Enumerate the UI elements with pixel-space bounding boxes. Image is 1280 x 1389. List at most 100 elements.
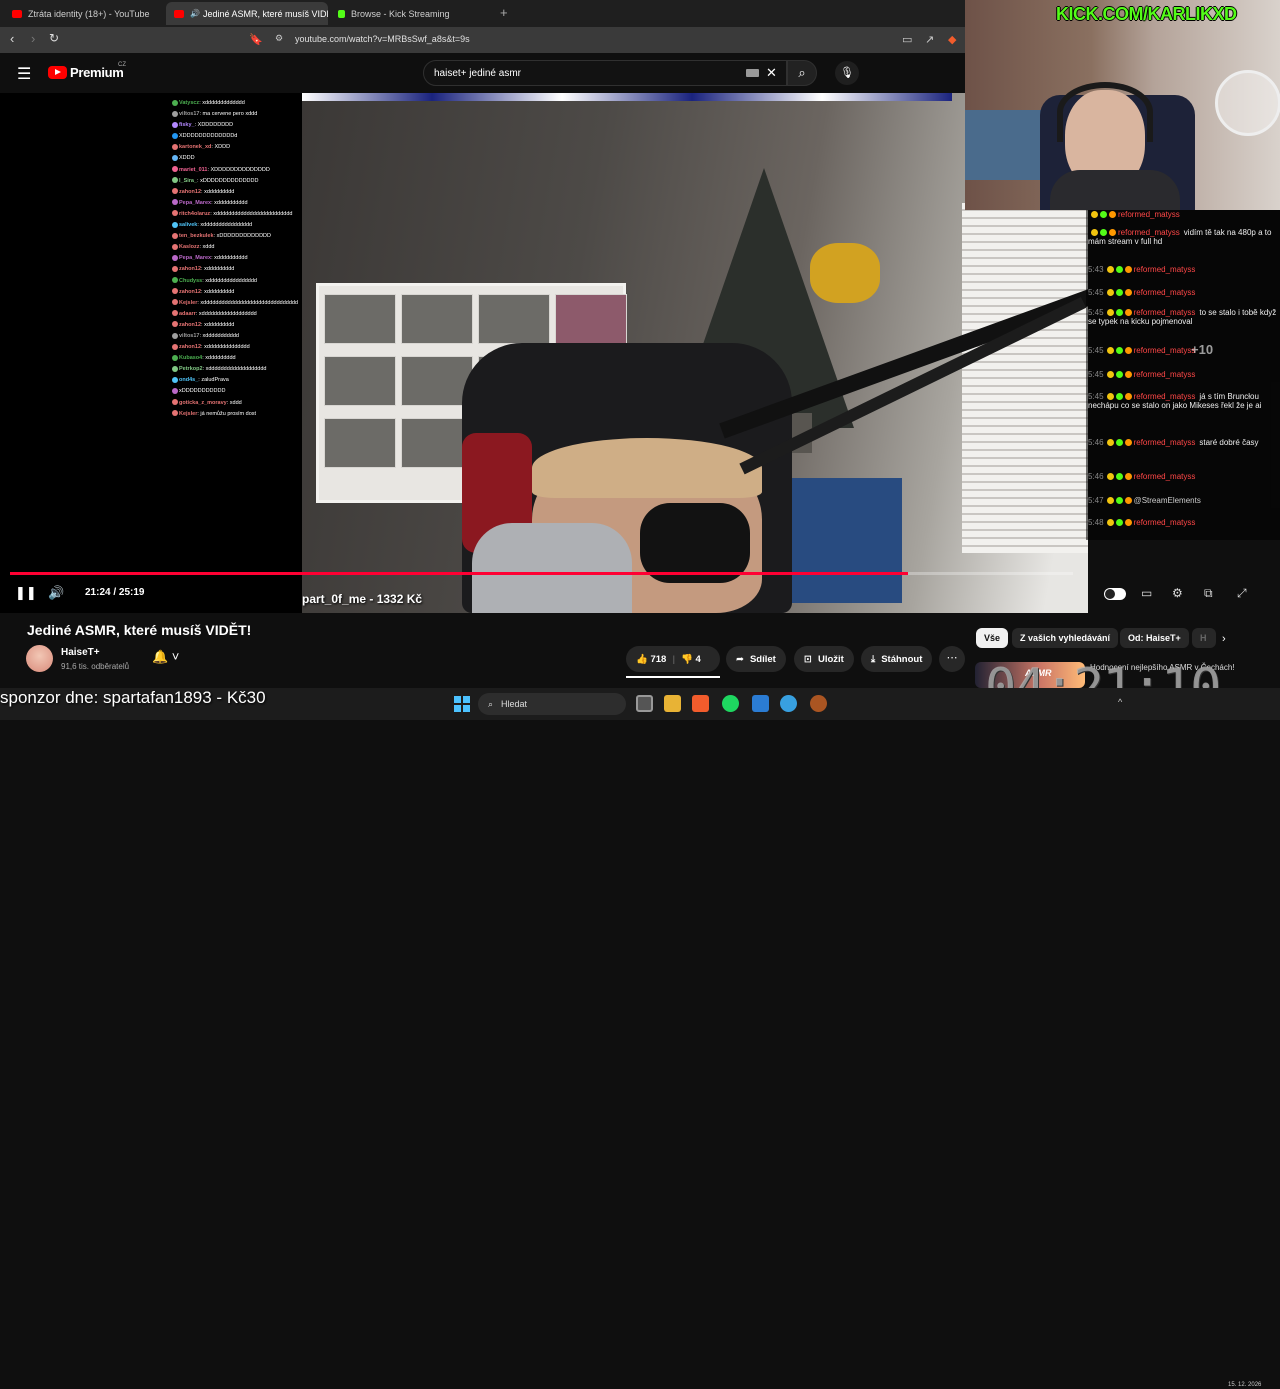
chat-badge-icon <box>1115 371 1123 379</box>
chat-badge-icon <box>1124 473 1132 481</box>
kick-chat-message: 5:45 reformed_matyss já s tím Bruncłou nec… <box>1088 392 1278 410</box>
settings-gear-icon[interactable]: ⚙ <box>1172 586 1183 600</box>
install-icon[interactable]: ▭ <box>902 33 912 46</box>
chip-all[interactable]: Vše <box>976 628 1009 648</box>
new-tab-icon[interactable]: + <box>500 5 508 20</box>
chevron-right-icon[interactable]: › <box>1222 633 1226 645</box>
file-explorer-icon[interactable] <box>664 695 681 712</box>
brave-browser-icon[interactable] <box>692 695 709 712</box>
chat-message: ten_bezkulek: xDDDDDDDDDDDDD <box>172 231 300 242</box>
share-icon[interactable]: ↗ <box>925 33 934 46</box>
chat-message: Kejsler: já nemůžu prosím dost <box>172 409 300 420</box>
reload-icon[interactable]: ↻ <box>49 31 59 45</box>
chat-badge-icon <box>172 399 178 406</box>
brave-shield-icon[interactable]: ◆ <box>948 33 956 46</box>
search-button[interactable]: ⌕ <box>787 60 817 86</box>
progress-bar[interactable] <box>10 572 1073 575</box>
dislike-button[interactable]: 👎 4 <box>681 654 701 665</box>
youtube-logo-icon[interactable] <box>48 66 67 79</box>
chat-text: já nemůžu prosím dost <box>200 410 257 417</box>
bookmark-icon[interactable]: 🔖 <box>249 33 263 46</box>
chat-badge-icon <box>1115 309 1123 317</box>
thumbs-up-icon: 👍 <box>636 653 648 665</box>
chat-message: ond4s_: zaludPrava <box>172 375 300 386</box>
chat-badge-icon <box>172 288 178 295</box>
share-button[interactable]: ➦ Sdílet <box>726 646 786 672</box>
windows-start-icon[interactable] <box>454 696 470 712</box>
chat-username: reformed_matyss <box>1133 472 1196 481</box>
channel-name[interactable]: HaiseT+ <box>61 647 100 658</box>
chat-message: gotícka_z_moravy: xddd <box>172 398 300 409</box>
chat-timestamp: 5:45 <box>1088 346 1104 355</box>
like-button[interactable]: 👍 718 <box>636 654 666 665</box>
chat-badge-icon <box>172 354 178 361</box>
chat-message: Kubaso4: xddddddddd <box>172 353 300 364</box>
chat-username: salivek <box>179 222 198 229</box>
site-info-icon[interactable]: ⚙ <box>275 33 283 44</box>
notification-bell-icon[interactable]: 🔔 ˅ <box>152 649 179 665</box>
address-bar-row: ‹ › ↻ 🔖 ⚙ youtube.com/watch?v=MRBsSwf_a8… <box>0 27 965 53</box>
chip-from-searches[interactable]: Z vašich vyhledávání <box>1012 628 1119 648</box>
chip-partial[interactable]: H <box>1192 628 1216 648</box>
chat-message: Pepa_Marex: xdddddddddd <box>172 253 300 264</box>
chat-username: kartonek_xd <box>179 144 212 151</box>
obs-icon[interactable] <box>810 695 827 712</box>
channel-avatar[interactable] <box>26 645 53 672</box>
chat-badge-icon <box>172 188 178 195</box>
chat-username: reformed_matyss <box>1133 370 1196 379</box>
steam-icon[interactable] <box>780 695 797 712</box>
tray-chevron-icon[interactable]: ^ <box>1118 697 1122 707</box>
subtitles-icon[interactable]: ▭ <box>1141 586 1152 600</box>
gold-figure-image <box>810 243 880 303</box>
youtube-premium-logo[interactable]: Premium <box>70 65 124 80</box>
fullscreen-icon[interactable]: ⤢ <box>1237 586 1247 601</box>
chat-username: zahon12 <box>179 288 202 295</box>
search-box[interactable]: haiset+ jediné asmr ✕ <box>423 60 787 86</box>
voice-search-button[interactable]: 🎙 <box>835 61 859 85</box>
tab-jedine-asmr[interactable]: 🔊 Jediné ASMR, které musíš VIDĚ ✕ <box>166 2 328 25</box>
download-button[interactable]: ⤓ Stáhnout <box>861 646 933 672</box>
back-icon[interactable]: ‹ <box>10 31 14 46</box>
chip-from-channel[interactable]: Od: HaiseT+ <box>1120 628 1189 648</box>
chat-timestamp: 5:45 <box>1088 392 1104 401</box>
url-field[interactable]: youtube.com/watch?v=MRBsSwf_a8s&t=9s <box>295 34 470 44</box>
tab-ztrata-identity[interactable]: Ztráta identity (18+) - YouTube <box>4 2 164 25</box>
chat-badge-icon <box>172 387 178 394</box>
chat-badge-icon <box>172 110 178 117</box>
spotify-icon[interactable] <box>722 695 739 712</box>
youtube-header: ☰ Premium CZ haiset+ jediné asmr ✕ ⌕ 🎙 <box>0 53 965 93</box>
chat-message: zahon12: xddddddddd <box>172 187 300 198</box>
pause-icon[interactable]: ❚❚ <box>15 585 37 601</box>
speaker-icon: 🔊 <box>190 9 200 18</box>
forward-icon[interactable]: › <box>31 31 35 46</box>
browser-tab-bar: Ztráta identity (18+) - YouTube 🔊 Jediné… <box>0 0 965 27</box>
chat-text: XDDDDDDDDDDDDDD <box>210 166 270 173</box>
chat-badge-icon <box>172 221 178 228</box>
youtube-favicon-icon <box>174 9 184 18</box>
app-icon[interactable] <box>752 695 769 712</box>
keyboard-icon[interactable] <box>746 69 759 77</box>
more-actions-button[interactable]: ⋯ <box>939 646 965 672</box>
chat-message: Kejsler: xdddddddddddddddddddddddddddddd… <box>172 298 300 309</box>
task-view-icon[interactable] <box>636 695 653 712</box>
chat-username: ond4s_ <box>179 377 199 384</box>
miniplayer-icon[interactable]: ⧉ <box>1204 586 1213 601</box>
taskbar-date: 15. 12. 2026 <box>1228 1382 1262 1388</box>
chat-badge-icon <box>172 321 178 328</box>
chat-text: xdddddddddddddddd <box>200 222 253 229</box>
clear-search-icon[interactable]: ✕ <box>766 65 777 81</box>
tab-kick-browse[interactable]: Browse - Kick Streaming <box>330 2 490 25</box>
volume-icon[interactable]: 🔊 <box>48 585 64 601</box>
autoplay-toggle[interactable] <box>1104 588 1126 600</box>
taskbar-search[interactable]: ⌕ Hledat <box>478 693 626 715</box>
chat-badge-icon <box>1109 211 1116 219</box>
chat-text: xDDDDDDDDDDD <box>179 388 226 395</box>
chat-username: Vatyscz <box>179 100 200 106</box>
menu-icon[interactable]: ☰ <box>17 64 31 84</box>
chat-message: viltos17: xddddddddddd <box>172 331 300 342</box>
search-input[interactable]: haiset+ jediné asmr <box>434 68 521 79</box>
video-player[interactable]: part_0f_me - 1332 Kč <box>0 93 1088 613</box>
save-button[interactable]: ⊡ Uložit <box>794 646 854 672</box>
chat-message: l_Sira_: xDDDDDDDDDDDDDD <box>172 176 300 187</box>
chat-username: zahon12 <box>179 188 202 195</box>
